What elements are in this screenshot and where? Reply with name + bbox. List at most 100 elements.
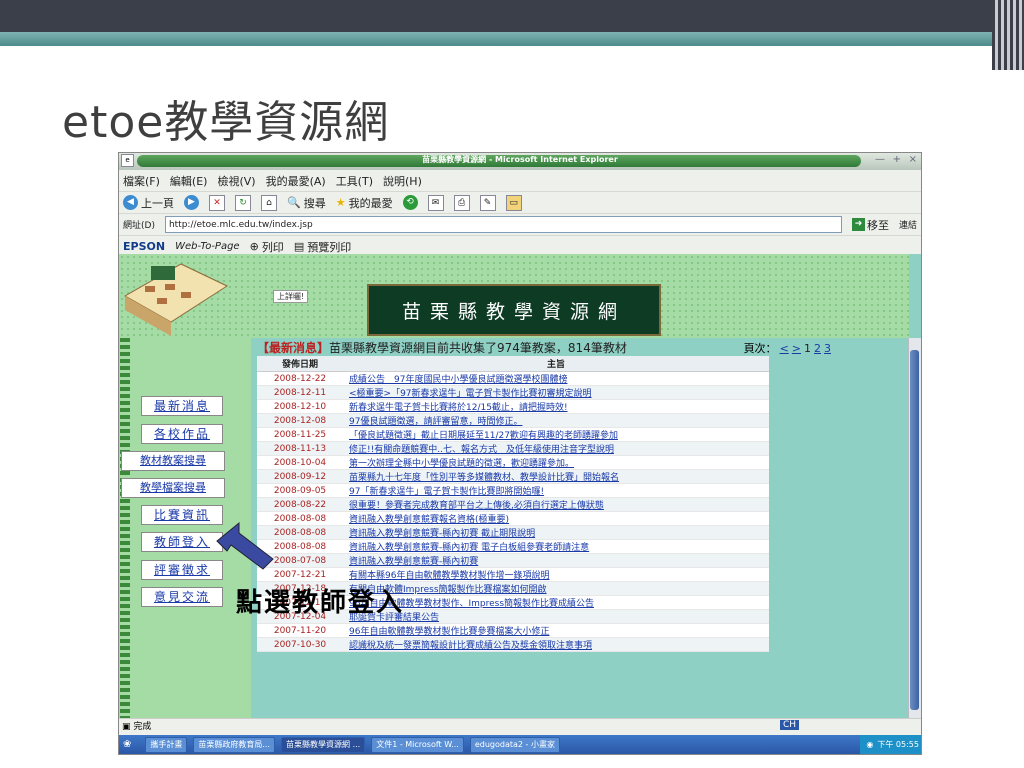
- news-row: 2007-11-20 96年自由軟體教學教材製作比賽參賽檔案大小修正: [257, 623, 769, 638]
- news-subject-link[interactable]: 有關自由軟體Impress簡報製作比賽檔案如何開啟: [343, 581, 769, 596]
- news-date: 2008-12-10: [257, 399, 343, 414]
- news-row: 2008-08-22 很重要！參賽者完成教育部平台之上傳後,必須自行選定上傳狀態: [257, 497, 769, 512]
- stop-icon[interactable]: ✕: [209, 194, 225, 211]
- news-date: 2008-09-12: [257, 469, 343, 484]
- epson-print-button[interactable]: ⊕ 列印: [250, 239, 284, 255]
- folder-icon[interactable]: ▭: [505, 194, 522, 211]
- nav-lesson-search[interactable]: 教材教案搜尋: [121, 451, 225, 471]
- news-date: 2008-12-11: [257, 385, 343, 400]
- epson-brand: EPSON: [123, 240, 166, 253]
- news-date: 2008-11-25: [257, 427, 343, 442]
- vertical-scrollbar[interactable]: [908, 338, 921, 718]
- favorites-button[interactable]: ★ 我的最愛: [336, 195, 393, 211]
- news-subject-link[interactable]: 苗栗縣九十七年度「性別平等多媒體教材、教學設計比賽」開始報名: [343, 469, 769, 484]
- nav-file-search[interactable]: 教學檔案搜尋: [121, 478, 225, 498]
- refresh-icon[interactable]: ↻: [235, 194, 251, 211]
- print-icon[interactable]: ⎙: [453, 194, 470, 211]
- news-tag: 【最新消息】: [257, 340, 330, 355]
- task-item[interactable]: 文件1 - Microsoft W...: [371, 736, 464, 753]
- news-subject-link[interactable]: 認識稅及統一發票簡報設計比賽成績公告及獎金領取注意事項: [343, 637, 769, 652]
- links-button[interactable]: 連結: [899, 218, 921, 231]
- news-row: 2008-12-22 成績公告 97年度國民中小學優良試題徵選學校團體榜: [257, 371, 769, 386]
- page-icon: ▣: [122, 722, 131, 732]
- scrollbar-thumb[interactable]: [910, 350, 919, 710]
- menu-edit[interactable]: 編輯(E): [170, 173, 208, 189]
- news-date: 2008-08-22: [257, 497, 343, 512]
- news-subject-link[interactable]: 資訊融入教學創意競賽-縣內初賽: [343, 553, 769, 568]
- history-icon[interactable]: ⟲: [402, 195, 418, 210]
- task-item[interactable]: 攜手計畫: [145, 736, 188, 753]
- window-title: 苗栗縣教學資源網 - Microsoft Internet Explorer: [422, 155, 618, 164]
- news-subject-link[interactable]: 很重要！參賽者完成教育部平台之上傳後,必須自行選定上傳狀態: [343, 497, 769, 512]
- news-table-header: 發佈日期 主旨: [257, 356, 769, 372]
- pager-page-3[interactable]: 3: [824, 342, 831, 355]
- col-date: 發佈日期: [257, 356, 343, 372]
- slide-title: etoe教學資源網: [62, 97, 390, 148]
- news-row: 2008-12-11 <極重要>「97新春求逞牛」電子賀卡製作比賽初審規定說明: [257, 385, 769, 400]
- news-subject-link[interactable]: 新春求逞牛電子賀卡比賽將於12/15截止，請把握時效!: [343, 399, 769, 414]
- news-subject-link[interactable]: 有關本縣96年自由軟體教學教材製作增一錄項說明: [343, 567, 769, 582]
- epson-product[interactable]: Web-To-Page: [175, 241, 240, 252]
- news-subject-link[interactable]: 「優良試題徵選」截止日期展延至11/27歡迎有興趣的老師踴躍參加: [343, 427, 769, 442]
- maximize-button[interactable]: +: [893, 154, 901, 165]
- news-date: 2007-10-30: [257, 637, 343, 652]
- nav-teacher-login[interactable]: 教師登入: [141, 532, 223, 552]
- news-subject-link[interactable]: 耶誕賀卡評審結果公告: [343, 609, 769, 624]
- news-subject-link[interactable]: 第一次辦理全縣中小學優良試題的徵選，歡迎踴躍參加。: [343, 455, 769, 470]
- star-icon: ★: [335, 196, 346, 209]
- slide-accent-band: [0, 32, 1010, 46]
- address-input[interactable]: http://etoe.mlc.edu.tw/index.jsp: [164, 216, 842, 233]
- news-panel: 【最新消息】 苗栗縣教學資源網目前共收集了974筆教案，814筆教材 頁次： < >…: [257, 338, 907, 718]
- menu-tools[interactable]: 工具(T): [336, 173, 373, 189]
- minimize-button[interactable]: —: [875, 154, 885, 165]
- nav-feedback[interactable]: 意見交流: [141, 587, 223, 607]
- tray-icon[interactable]: ◉: [866, 740, 873, 749]
- news-subject-link[interactable]: <極重要>「97新春求逞牛」電子賀卡製作比賽初審規定說明: [343, 385, 769, 400]
- menu-file[interactable]: 檔案(F): [123, 173, 160, 189]
- mail-icon[interactable]: ✉: [427, 194, 444, 211]
- epson-preview-button[interactable]: ▤ 預覽列印: [294, 239, 351, 255]
- news-subject-link[interactable]: 資訊融入教學創意競賽-縣內初賽 電子白板組參賽老師請注意: [343, 539, 769, 554]
- news-date: 2007-11-20: [257, 623, 343, 638]
- pager-prev[interactable]: <: [780, 342, 789, 355]
- news-subject-link[interactable]: 97優良試題徵選，請評審留意，時間修正。: [343, 413, 769, 428]
- pager-page-2[interactable]: 2: [814, 342, 821, 355]
- news-row: 2008-08-08 資訊融入教學創意競賽-縣內初賽 截止期限說明: [257, 525, 769, 540]
- pager-page-1[interactable]: 1: [804, 342, 811, 355]
- news-subject-link[interactable]: 修正!!有關命題競賽中..七、報名方式 及低年級使用注音字型說明: [343, 441, 769, 456]
- forward-icon[interactable]: ▶: [184, 195, 199, 210]
- edit-icon[interactable]: ✎: [479, 194, 496, 211]
- menu-favorites[interactable]: 我的最愛(A): [266, 173, 326, 189]
- menu-help[interactable]: 說明(H): [383, 173, 422, 189]
- go-button[interactable]: ➜ 移至: [851, 217, 889, 233]
- status-bar: ▣ 完成 CH: [119, 718, 921, 735]
- pager-next[interactable]: >: [792, 342, 801, 355]
- nav-latest-news[interactable]: 最新消息: [141, 396, 223, 416]
- news-row: 2008-12-08 97優良試題徵選，請評審留意，時間修正。: [257, 413, 769, 428]
- task-item-active[interactable]: 苗栗縣教學資源網 ...: [281, 736, 366, 753]
- ime-indicator[interactable]: CH: [780, 720, 800, 730]
- news-subject-link[interactable]: 96年自由軟體教學教材製作比賽參賽檔案大小修正: [343, 623, 769, 638]
- news-summary: 苗栗縣教學資源網目前共收集了974筆教案，814筆教材: [329, 340, 627, 355]
- start-button[interactable]: ❀: [123, 739, 131, 750]
- nav-contest-info[interactable]: 比賽資訊: [141, 505, 223, 525]
- slide-top-bar: [0, 0, 1024, 32]
- news-row: 2008-07-08 資訊融入教學創意競賽-縣內初賽: [257, 553, 769, 568]
- toolbar: ◀ 上一頁 ▶ ✕ ↻ ⌂ 🔍 搜尋 ★ 我的最愛 ⟲ ✉ ⎙ ✎ ▭: [119, 192, 921, 214]
- home-icon[interactable]: ⌂: [261, 194, 277, 211]
- news-subject-link[interactable]: 資訊融入教學創意競賽報名資格(極重要): [343, 511, 769, 526]
- news-subject-link[interactable]: 成績公告 97年度國民中小學優良試題徵選學校團體榜: [343, 371, 769, 386]
- news-subject-link[interactable]: 97「新春求逞牛」電子賀卡製作比賽即將開始囉!: [343, 483, 769, 498]
- news-subject-link[interactable]: 資訊融入教學創意競賽-縣內初賽 截止期限說明: [343, 525, 769, 540]
- search-button[interactable]: 🔍 搜尋: [287, 195, 326, 211]
- nav-school-works[interactable]: 各校作品: [141, 424, 223, 444]
- task-item[interactable]: 苗栗縣政府教育局...: [193, 736, 276, 753]
- back-button[interactable]: ◀ 上一頁: [123, 195, 174, 211]
- taskbar: ❀ 攜手計畫 苗栗縣政府教育局... 苗栗縣教學資源網 ... 文件1 - Mi…: [119, 735, 921, 754]
- close-button[interactable]: ×: [909, 154, 917, 165]
- news-row: 2008-08-08 資訊融入教學創意競賽報名資格(極重要): [257, 511, 769, 526]
- menu-view[interactable]: 檢視(V): [217, 173, 255, 189]
- news-subject-link[interactable]: 96年自由軟體教學教材製作、Impress簡報製作比賽成績公告: [343, 595, 769, 610]
- nav-judge-recruit[interactable]: 評審徵求: [141, 560, 223, 580]
- task-item[interactable]: edugodata2 - 小畫家: [469, 736, 560, 753]
